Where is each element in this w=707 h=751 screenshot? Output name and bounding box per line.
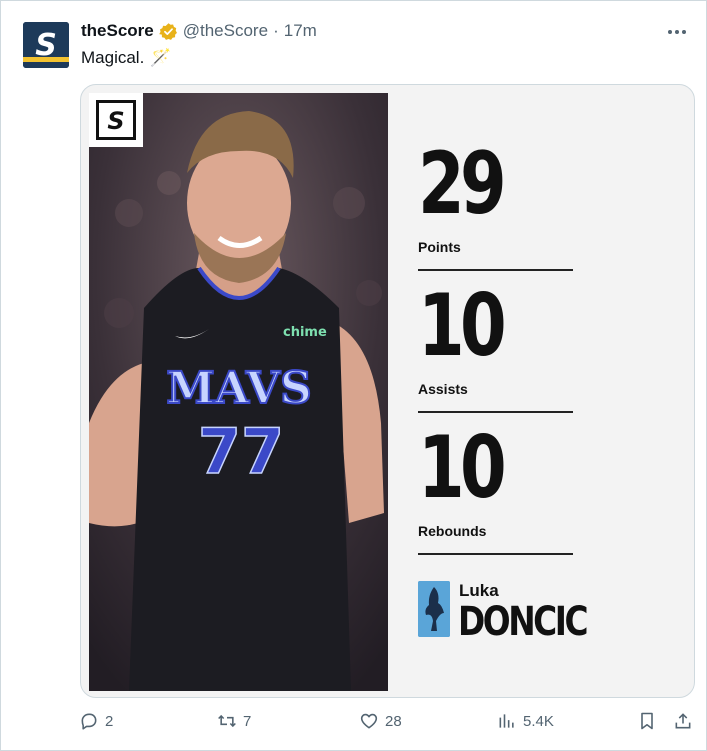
tweet-text: Magical. 🪄 (81, 48, 171, 68)
magic-wand-icon: 🪄 (150, 48, 172, 67)
stat-label: Points (418, 239, 461, 255)
retweet-button[interactable]: 7 (217, 711, 251, 731)
jersey-number: 77 (198, 415, 284, 488)
more-options-icon[interactable] (666, 25, 688, 39)
thescore-watermark: S (89, 93, 143, 147)
stat-divider (418, 269, 573, 271)
svg-text:S: S (107, 107, 124, 135)
stat-value: 10 (418, 276, 507, 376)
share-icon (675, 713, 691, 729)
stat-points: 29 Points (418, 134, 573, 271)
tweet-actions: 2 7 28 5.4K (79, 711, 699, 741)
player-photo: chime MAVS 77 S (89, 93, 388, 691)
stat-value: 29 (418, 134, 507, 234)
avatar[interactable]: S (23, 22, 69, 68)
thescore-watermark-icon: S (96, 100, 136, 140)
player-illustration: chime MAVS 77 (89, 93, 388, 691)
verified-badge-icon (158, 22, 177, 40)
reply-count: 2 (105, 712, 114, 730)
logo-accent-bar (23, 57, 69, 62)
mavericks-logo-icon (418, 581, 450, 637)
stat-label: Assists (418, 381, 468, 397)
player-last-name: DONCIC (458, 599, 589, 645)
stat-divider (418, 553, 573, 555)
reply-button[interactable]: 2 (79, 711, 113, 731)
author-handle[interactable]: @theScore (183, 21, 268, 41)
author-name[interactable]: theScore (81, 21, 154, 41)
stat-value: 10 (418, 418, 507, 518)
bookmark-button[interactable] (637, 711, 657, 731)
stat-label: Rebounds (418, 523, 487, 539)
heart-icon (360, 713, 378, 729)
stat-assists: 10 Assists (418, 276, 573, 413)
stat-divider (418, 411, 573, 413)
tweet-text-body: Magical. (81, 48, 145, 67)
share-button[interactable] (673, 711, 693, 731)
retweet-icon (218, 714, 236, 728)
tweet-media[interactable]: chime MAVS 77 S 29 Points 10 Assists 10 … (80, 84, 695, 698)
like-count: 28 (385, 712, 402, 730)
analytics-icon (499, 714, 514, 728)
tweet-card: S theScore @theScore · 17m Magical. 🪄 ch… (0, 0, 707, 751)
jersey-sponsor: chime (283, 325, 327, 340)
views-button[interactable]: 5.4K (497, 711, 554, 731)
like-button[interactable]: 28 (359, 711, 402, 731)
bookmark-icon (641, 712, 653, 730)
jersey-team: MAVS (166, 363, 312, 414)
retweet-count: 7 (243, 712, 252, 730)
view-count: 5.4K (523, 712, 554, 730)
stat-rebounds: 10 Rebounds (418, 418, 573, 555)
tweet-header: theScore @theScore · 17m (81, 21, 317, 41)
timestamp[interactable]: 17m (284, 21, 317, 41)
reply-icon (81, 713, 97, 730)
player-first-name: Luka (459, 581, 499, 600)
separator-dot: · (273, 21, 279, 40)
